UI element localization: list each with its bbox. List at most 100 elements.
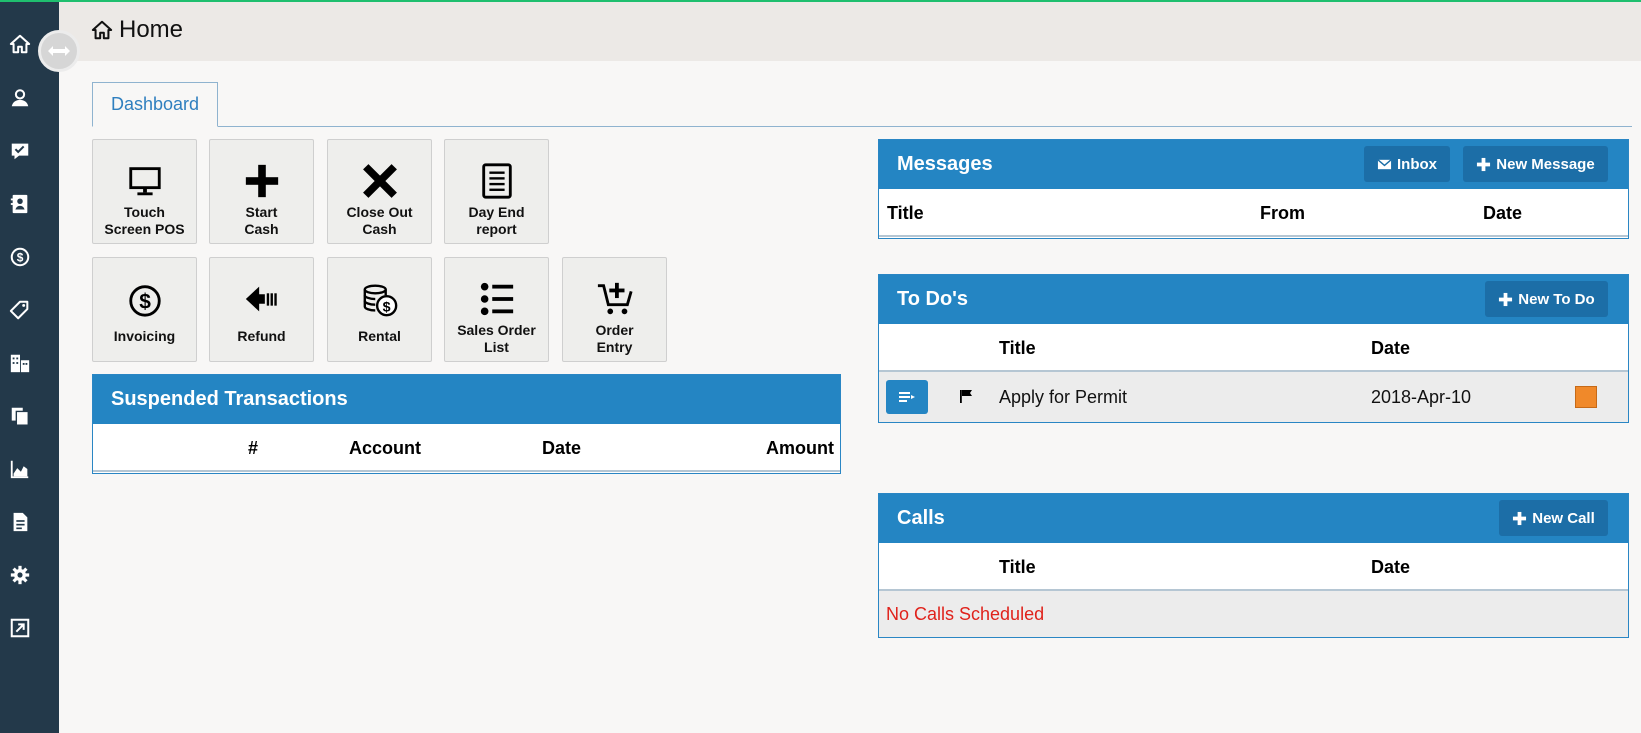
tile-day-end-report[interactable]: Day End report xyxy=(444,139,549,244)
empty-row: No Calls Scheduled xyxy=(879,591,1628,637)
sidebar-item-files[interactable] xyxy=(0,504,39,540)
panel-title: Messages xyxy=(897,153,993,175)
expand-arrows-icon xyxy=(48,46,70,56)
tile-touch-screen-pos[interactable]: Touch Screen POS xyxy=(92,139,197,244)
home-icon xyxy=(91,20,113,40)
tile-close-out-cash[interactable]: Close Out Cash xyxy=(327,139,432,244)
tile-label: Day End report xyxy=(468,204,525,237)
column-header-number: # xyxy=(248,438,259,458)
table-row[interactable]: Apply for Permit 2018-Apr-10 xyxy=(879,372,1628,422)
tab-bar: Dashboard xyxy=(92,82,1632,127)
sidebar-item-documents[interactable] xyxy=(0,398,39,434)
sidebar-item-external[interactable] xyxy=(0,610,39,646)
home-icon xyxy=(9,34,30,54)
column-header-date: Date xyxy=(1371,557,1411,577)
new-message-button[interactable]: New Message xyxy=(1463,146,1608,182)
panel-header: Messages Inbox New Message xyxy=(879,140,1628,189)
sidebar-item-tasks[interactable] xyxy=(0,133,39,169)
svg-text:$: $ xyxy=(139,291,151,314)
document-icon xyxy=(13,512,27,532)
todo-date: 2018-Apr-10 xyxy=(1371,387,1472,407)
gear-icon xyxy=(10,565,29,585)
sidebar-item-users[interactable] xyxy=(0,80,39,116)
table-header: Title Date xyxy=(879,543,1628,591)
sidebar-item-contacts[interactable] xyxy=(0,186,39,222)
dollar-circle-icon: $ xyxy=(128,285,161,317)
table-header: Title From Date xyxy=(879,189,1628,237)
column-header-date: Date xyxy=(1483,203,1523,223)
sidebar-item-companies[interactable] xyxy=(0,345,39,381)
sidebar-item-home[interactable] xyxy=(0,26,39,62)
todos-panel: To Do's New To Do Title Date Apply for P… xyxy=(878,274,1629,423)
plus-icon xyxy=(1477,157,1491,171)
new-message-label: New Message xyxy=(1496,155,1595,173)
external-link-icon xyxy=(10,618,29,638)
new-call-label: New Call xyxy=(1532,509,1595,527)
status-badge xyxy=(1575,386,1597,408)
messages-panel: Messages Inbox New Message Title From Da… xyxy=(878,139,1629,239)
tags-icon xyxy=(9,300,28,320)
chart-icon xyxy=(10,460,28,479)
coins-icon: $ xyxy=(363,284,397,317)
contacts-icon xyxy=(10,194,27,214)
table-header: Title Date xyxy=(879,324,1628,372)
inbox-label: Inbox xyxy=(1397,155,1437,173)
report-icon xyxy=(481,163,512,199)
column-header-amount: Amount xyxy=(766,438,834,458)
user-icon xyxy=(11,89,28,107)
page-header: Home xyxy=(59,2,1641,61)
tile-invoicing[interactable]: $ Invoicing xyxy=(92,257,197,362)
cart-add-icon xyxy=(597,282,633,315)
column-header-from: From xyxy=(1260,203,1305,223)
panel-header: Calls New Call xyxy=(879,494,1628,543)
sidebar-item-sales[interactable]: $ xyxy=(0,239,39,275)
buildings-icon xyxy=(10,354,29,373)
edit-todo-button[interactable] xyxy=(886,380,928,414)
column-header-date: Date xyxy=(542,438,582,458)
tile-label: Touch Screen POS xyxy=(104,204,185,237)
todo-title: Apply for Permit xyxy=(999,387,1128,407)
page-title: Home xyxy=(91,16,183,44)
column-header-title: Title xyxy=(887,203,924,223)
x-icon xyxy=(362,164,397,198)
tab-dashboard[interactable]: Dashboard xyxy=(92,82,218,127)
column-header-account: Account xyxy=(349,438,421,458)
new-call-button[interactable]: New Call xyxy=(1499,500,1608,536)
column-header-title: Title xyxy=(999,338,1036,358)
sidebar-toggle-button[interactable] xyxy=(38,30,80,72)
empty-message: No Calls Scheduled xyxy=(886,604,1045,624)
tile-label: Rental xyxy=(358,328,401,344)
plus-icon xyxy=(1513,511,1527,525)
tile-start-cash[interactable]: Start Cash xyxy=(209,139,314,244)
panel-header: To Do's New To Do xyxy=(879,275,1628,324)
tile-rental[interactable]: $ Rental xyxy=(327,257,432,362)
tile-label: Order Entry xyxy=(595,322,634,355)
tile-sales-order-list[interactable]: Sales Order List xyxy=(444,257,549,362)
tile-label: Refund xyxy=(237,328,286,344)
svg-text:$: $ xyxy=(382,299,390,315)
panel-header: Suspended Transactions xyxy=(93,375,840,424)
sidebar: $ xyxy=(0,0,59,733)
tile-label: Start Cash xyxy=(244,204,279,237)
top-accent-line xyxy=(0,0,1641,2)
column-header-date: Date xyxy=(1371,338,1411,358)
tile-refund[interactable]: Refund xyxy=(209,257,314,362)
sidebar-item-reports[interactable] xyxy=(0,451,39,487)
panel-title: Suspended Transactions xyxy=(111,388,348,410)
panel-title: To Do's xyxy=(897,288,969,310)
panel-title: Calls xyxy=(897,507,945,529)
tile-label: Sales Order List xyxy=(457,322,536,355)
tile-order-entry[interactable]: Order Entry xyxy=(562,257,667,362)
new-todo-button[interactable]: New To Do xyxy=(1485,281,1608,317)
sidebar-item-tags[interactable] xyxy=(0,292,39,328)
inbox-button[interactable]: Inbox xyxy=(1364,146,1450,182)
table-header: # Account Date Amount xyxy=(93,424,840,472)
envelope-icon xyxy=(1377,158,1392,169)
calls-panel: Calls New Call Title Date No Calls Sched… xyxy=(878,493,1629,638)
edit-icon xyxy=(899,392,915,402)
dollar-icon: $ xyxy=(10,247,29,267)
tile-label: Invoicing xyxy=(113,328,176,344)
page-title-text: Home xyxy=(119,16,184,43)
sidebar-item-settings[interactable] xyxy=(0,557,39,593)
tile-label: Close Out Cash xyxy=(346,204,413,237)
